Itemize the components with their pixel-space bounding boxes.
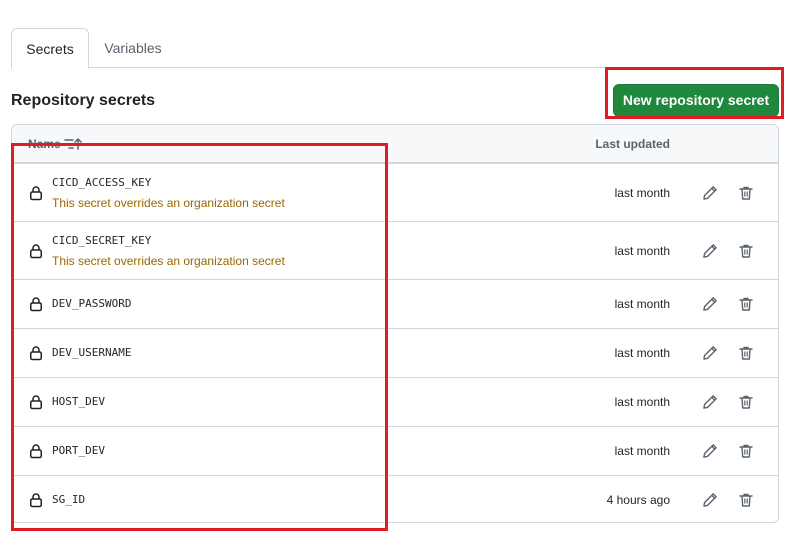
pencil-icon[interactable] (702, 394, 718, 410)
trash-icon[interactable] (738, 443, 754, 459)
last-updated: last month (614, 346, 670, 360)
tab-variables[interactable]: Variables (99, 28, 167, 68)
secret-name: DEV_USERNAME (52, 346, 132, 359)
trash-icon[interactable] (738, 296, 754, 312)
secrets-table: Name Last updated CICD_ACCESS_KEY This se… (11, 124, 779, 523)
section-title: Repository secrets (11, 92, 156, 109)
table-header: Name Last updated (12, 125, 778, 163)
lock-icon (28, 492, 44, 508)
pencil-icon[interactable] (702, 243, 718, 259)
table-row: CICD_ACCESS_KEY This secret overrides an … (12, 163, 778, 221)
tab-secrets[interactable]: Secrets (11, 28, 89, 69)
column-header-last-updated: Last updated (595, 137, 670, 151)
override-note: This secret overrides an organization se… (52, 254, 285, 268)
table-row: CICD_SECRET_KEY This secret overrides an … (12, 221, 778, 279)
trash-icon[interactable] (738, 345, 754, 361)
pencil-icon[interactable] (702, 345, 718, 361)
column-header-name[interactable]: Name (28, 136, 61, 152)
secret-name: PORT_DEV (52, 444, 105, 457)
table-row: HOST_DEV last month (12, 377, 778, 426)
lock-icon (28, 243, 44, 259)
secret-name: DEV_PASSWORD (52, 297, 132, 310)
lock-icon (28, 345, 44, 361)
secrets-variables-tabs: Secrets Variables (11, 28, 779, 69)
lock-icon (28, 296, 44, 312)
lock-icon (28, 185, 44, 201)
trash-icon[interactable] (738, 243, 754, 259)
secret-name: CICD_ACCESS_KEY (52, 176, 152, 189)
pencil-icon[interactable] (702, 492, 718, 508)
table-row: DEV_PASSWORD last month (12, 279, 778, 328)
trash-icon[interactable] (738, 185, 754, 201)
lock-icon (28, 394, 44, 410)
lock-icon (28, 443, 44, 459)
secret-name: SG_ID (52, 493, 86, 506)
table-row: PORT_DEV last month (12, 426, 778, 475)
override-note: This secret overrides an organization se… (52, 196, 285, 210)
pencil-icon[interactable] (702, 185, 718, 201)
table-row: DEV_USERNAME last month (12, 328, 778, 377)
last-updated: 4 hours ago (606, 493, 670, 507)
secret-name: HOST_DEV (52, 395, 105, 408)
pencil-icon[interactable] (702, 443, 718, 459)
sort-descending-icon[interactable] (64, 136, 84, 152)
last-updated: last month (614, 444, 670, 458)
trash-icon[interactable] (738, 394, 754, 410)
last-updated: last month (614, 186, 670, 200)
trash-icon[interactable] (738, 492, 754, 508)
pencil-icon[interactable] (702, 296, 718, 312)
secret-name: CICD_SECRET_KEY (52, 234, 152, 247)
new-repository-secret-button[interactable]: New repository secret (613, 84, 779, 117)
table-row: SG_ID 4 hours ago (12, 475, 778, 522)
last-updated: last month (614, 244, 670, 258)
last-updated: last month (614, 297, 670, 311)
last-updated: last month (614, 395, 670, 409)
